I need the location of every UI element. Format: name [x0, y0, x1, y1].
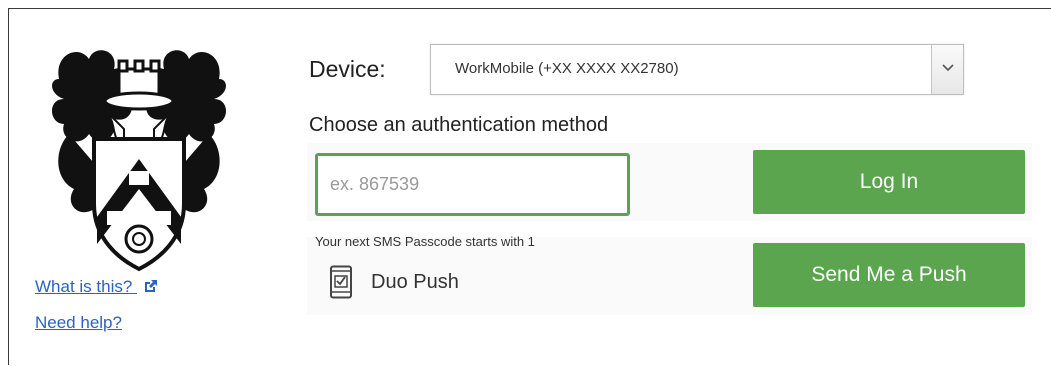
passcode-input[interactable] — [315, 153, 630, 216]
need-help-link[interactable]: Need help? — [35, 313, 122, 333]
passcode-row: Log In — [307, 143, 1032, 221]
log-in-button[interactable]: Log In — [753, 150, 1025, 214]
chevron-down-icon — [942, 64, 954, 72]
external-link-icon — [145, 280, 158, 292]
what-is-this-link[interactable]: What is this? — [35, 277, 158, 297]
sms-passcode-hint: Your next SMS Passcode starts with 1 — [315, 234, 535, 249]
left-panel: What is this? Need help? — [9, 9, 299, 366]
duo-push-option: Duo Push — [329, 265, 459, 299]
duo-push-label: Duo Push — [371, 270, 459, 293]
device-select[interactable]: WorkMobile (+XX XXXX XX2780) — [430, 44, 964, 95]
what-is-this-label: What is this? — [35, 277, 133, 296]
push-row: Your next SMS Passcode starts with 1 Duo… — [307, 234, 1032, 315]
duo-frame: What is this? Need help? Device: WorkMob… — [8, 8, 1051, 365]
device-dropdown-toggle[interactable] — [931, 45, 963, 94]
send-push-button[interactable]: Send Me a Push — [753, 243, 1025, 307]
device-label: Device: — [309, 56, 386, 82]
phone-check-icon — [330, 265, 352, 299]
device-selected-value: WorkMobile (+XX XXXX XX2780) — [455, 60, 679, 77]
auth-method-heading: Choose an authentication method — [309, 114, 609, 136]
university-crest-logo — [51, 50, 227, 272]
